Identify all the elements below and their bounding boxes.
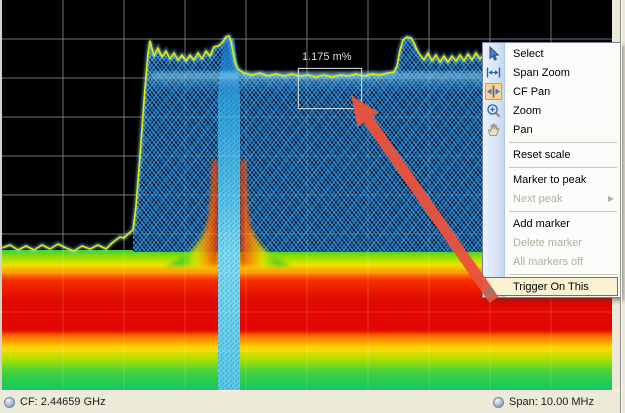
pan-hand-icon [485,121,502,138]
menu-item-label: Reset scale [513,149,570,161]
cf-readout-group: CF: 2.44659 GHz [4,396,106,408]
status-bar: CF: 2.44659 GHz Span: 10.00 MHz [0,390,620,413]
trigger-selection-box[interactable] [298,68,362,109]
zoom-magnifier-icon [485,102,502,119]
spectrum-analyzer-window: 1.175 m% CF: 2.44659 GHz Span: 10.00 MHz… [0,0,625,413]
menu-item-add-marker[interactable]: Add marker [483,214,620,233]
menu-item-span-zoom[interactable]: Span Zoom [483,63,620,82]
menu-item-label: Pan [513,124,533,136]
menu-item-label: Delete marker [513,237,582,249]
submenu-arrow-icon: ▶ [608,194,614,203]
menu-item-marker-to-peak[interactable]: Marker to peak [483,170,620,189]
menu-item-trigger-on-this[interactable]: Trigger On This [485,277,618,296]
menu-item-label: Marker to peak [513,174,586,186]
context-menu: Select Span Zoom CF Pan Zoom Pan Reset scale M… [482,42,621,298]
menu-item-all-markers-off: All markers off [483,252,620,271]
menu-item-label: CF Pan [513,86,550,98]
span-readout-group: Span: 10.00 MHz [493,396,594,408]
span-readout-icon [493,397,504,408]
menu-item-label: All markers off [513,256,583,268]
menu-item-label: Next peak [513,193,563,205]
cf-readout-icon [4,397,15,408]
menu-item-reset-scale[interactable]: Reset scale [483,145,620,164]
menu-item-delete-marker: Delete marker [483,233,620,252]
menu-item-cf-pan[interactable]: CF Pan [483,82,620,101]
window-edge-highlight [621,0,622,413]
cursor-arrow-icon [485,45,502,62]
menu-item-pan[interactable]: Pan [483,120,620,139]
menu-item-zoom[interactable]: Zoom [483,101,620,120]
menu-item-label: Select [513,48,544,60]
menu-item-label: Zoom [513,105,541,117]
span-zoom-icon [485,64,502,81]
menu-item-next-peak: Next peak ▶ [483,189,620,208]
span-readout: Span: 10.00 MHz [509,396,594,408]
cf-pan-icon [485,83,502,100]
cf-readout: CF: 2.44659 GHz [20,396,106,408]
menu-item-label: Trigger On This [513,281,589,293]
menu-item-select[interactable]: Select [483,44,620,63]
menu-item-label: Span Zoom [513,67,570,79]
measurement-label: 1.175 m% [302,51,352,63]
menu-item-label: Add marker [513,218,570,230]
